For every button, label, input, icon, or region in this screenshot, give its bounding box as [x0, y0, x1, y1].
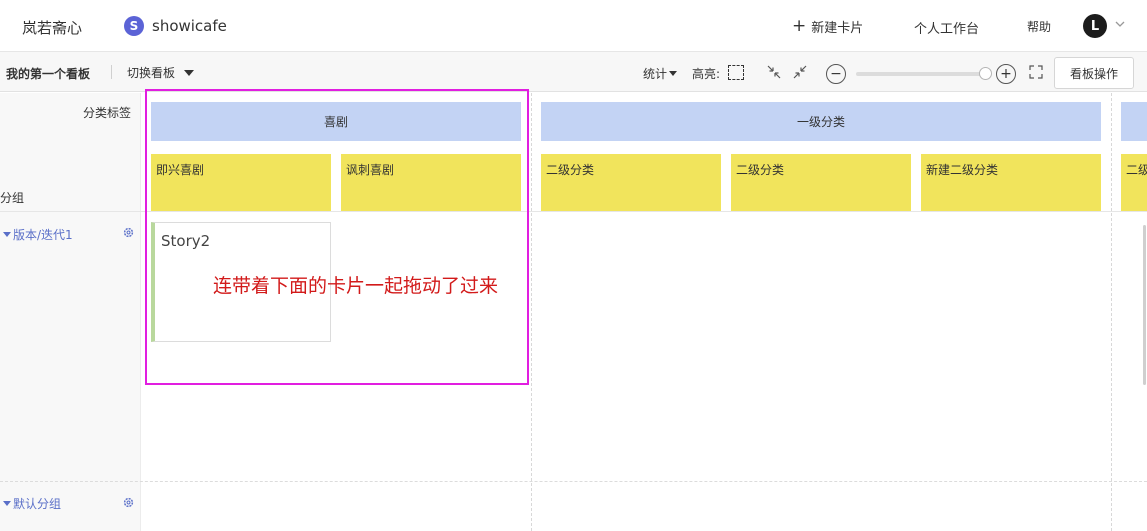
group-name: 版本/迭代1 — [13, 228, 73, 242]
project-switcher[interactable]: S showicafe — [124, 16, 227, 36]
switch-board-label: 切换看板 — [127, 66, 176, 80]
new-card-label: 新建卡片 — [811, 21, 864, 36]
gear-icon[interactable] — [122, 496, 135, 509]
swimlane-header-panel — [0, 93, 141, 531]
category-header[interactable] — [1121, 102, 1147, 141]
caret-down-icon — [669, 71, 678, 76]
project-badge: S — [124, 16, 144, 36]
group-toggle-2[interactable]: 默认分组 — [3, 495, 61, 512]
subcategory-header[interactable]: 新建二级分类 — [921, 154, 1101, 211]
switch-board-dropdown[interactable]: 切换看板 — [127, 64, 195, 81]
header-row-divider — [0, 211, 1147, 212]
fullscreen-icon[interactable] — [1028, 64, 1044, 80]
help-link[interactable]: 帮助 — [1027, 18, 1051, 35]
org-name[interactable]: 岚若斋心 — [22, 17, 82, 38]
collapse-columns-icon[interactable] — [792, 64, 808, 80]
group-name: 默认分组 — [13, 497, 62, 511]
zoom-out-button[interactable]: − — [826, 64, 846, 84]
plus-icon: + — [792, 16, 807, 36]
card-title: Story2 — [161, 232, 211, 250]
column-divider — [1111, 93, 1112, 531]
new-card-button[interactable]: + 新建卡片 — [792, 16, 864, 37]
group-toggle-1[interactable]: 版本/迭代1 — [3, 226, 73, 243]
subcategory-header[interactable]: 二级分类 — [731, 154, 911, 211]
gear-icon[interactable] — [122, 226, 135, 239]
column-divider — [531, 93, 532, 531]
zoom-slider-handle[interactable] — [978, 67, 992, 80]
top-navbar: 岚若斋心 S showicafe + 新建卡片 个人工作台 帮助 L — [0, 0, 1147, 52]
project-name: showicafe — [152, 17, 227, 35]
stats-dropdown[interactable]: 统计 — [643, 65, 678, 82]
caret-down-icon — [3, 232, 11, 237]
highlight-select-icon[interactable] — [728, 65, 744, 80]
board-operations-button[interactable]: 看板操作 — [1054, 57, 1134, 89]
collapse-rows-icon[interactable] — [766, 64, 782, 80]
annotation-text: 连带着下面的卡片一起拖动了过来 — [213, 275, 499, 297]
user-avatar[interactable]: L — [1083, 14, 1107, 38]
group-label: 分组 — [0, 191, 25, 205]
toolbar-divider — [111, 65, 112, 79]
current-board-name: 我的第一个看板 — [6, 67, 91, 81]
zoom-slider-track[interactable] — [856, 72, 989, 76]
highlight-label: 高亮: — [692, 67, 721, 81]
category-label: 分类标签 — [83, 106, 132, 120]
workspace-link[interactable]: 个人工作台 — [914, 18, 979, 37]
caret-down-icon — [3, 501, 11, 506]
subcategory-header[interactable]: 二级 — [1121, 154, 1147, 211]
vertical-scrollbar[interactable] — [1143, 225, 1146, 385]
category-header[interactable]: 一级分类 — [541, 102, 1101, 141]
zoom-in-button[interactable]: + — [996, 64, 1016, 84]
caret-down-icon — [184, 69, 195, 76]
chevron-down-icon[interactable] — [1113, 17, 1127, 31]
group-row-divider — [0, 481, 1147, 482]
category-header[interactable]: 喜剧 — [151, 102, 521, 141]
stats-label: 统计 — [643, 67, 668, 81]
subcategory-header[interactable]: 讽刺喜剧 — [341, 154, 521, 211]
subcategory-header[interactable]: 二级分类 — [541, 154, 721, 211]
subcategory-header[interactable]: 即兴喜剧 — [151, 154, 331, 211]
